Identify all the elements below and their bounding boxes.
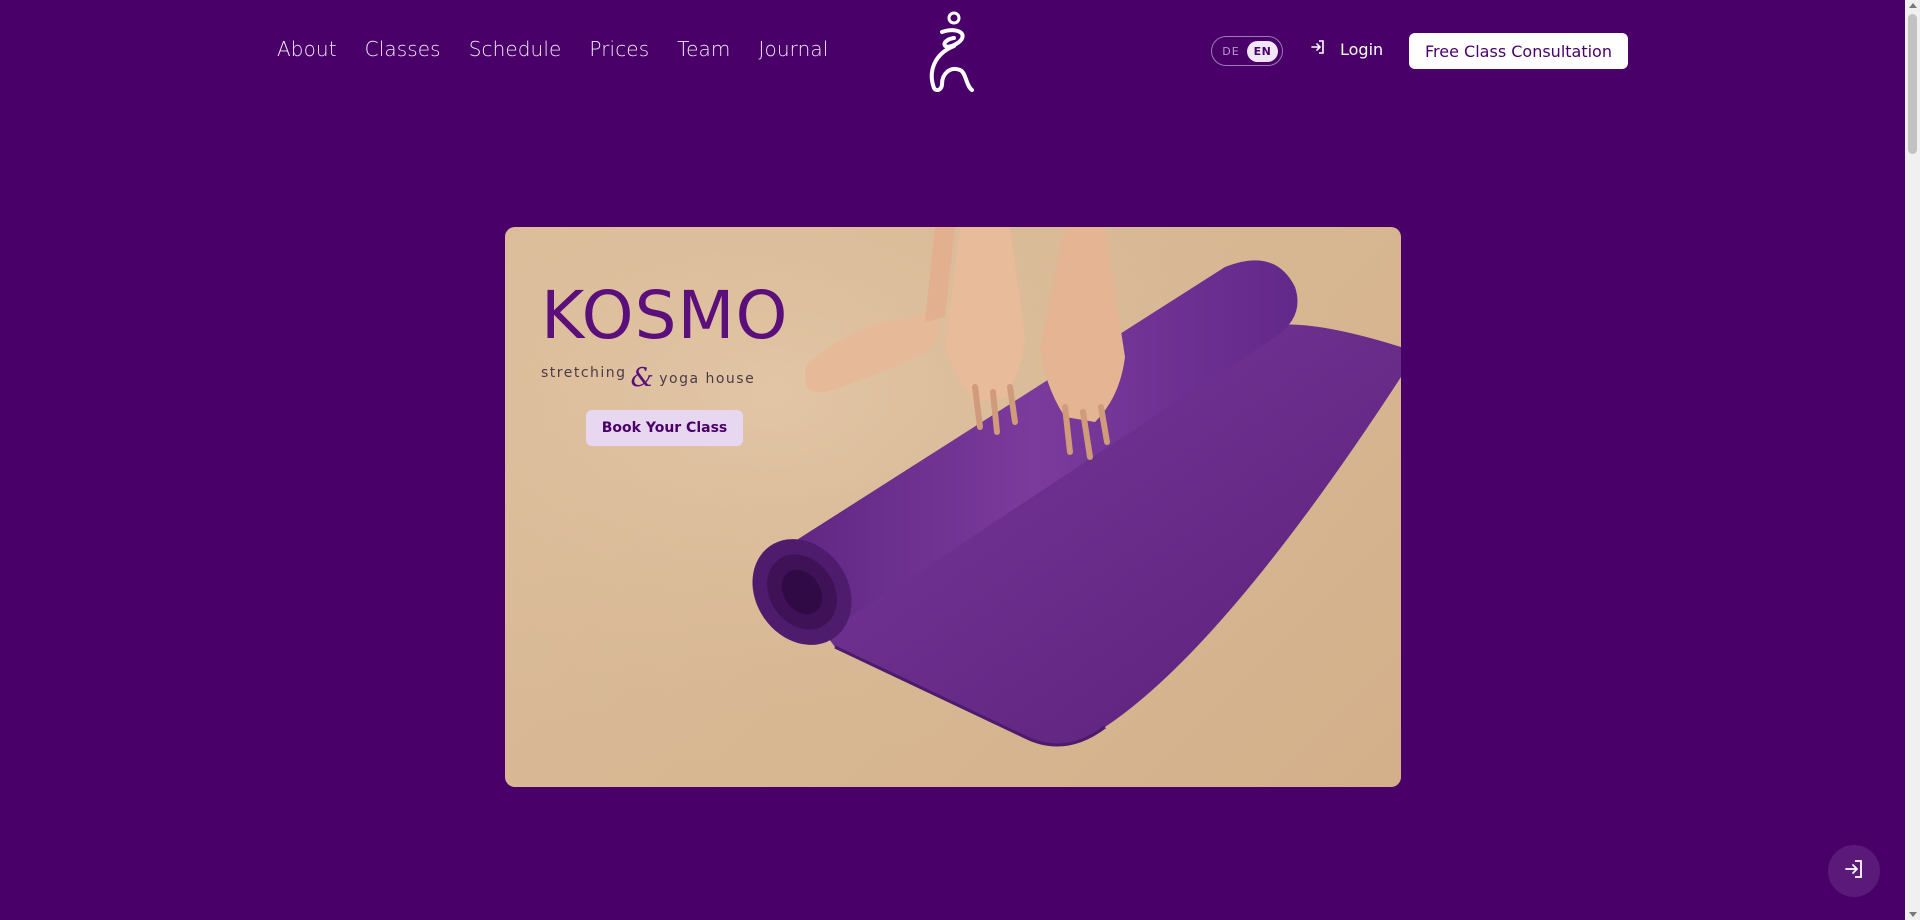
- nav-classes[interactable]: Classes: [365, 37, 441, 61]
- page-scrollbar[interactable]: [1905, 0, 1920, 920]
- hero-image: KOSMO stretching & yoga house Book Your …: [505, 227, 1401, 787]
- language-switch[interactable]: DE EN: [1211, 36, 1283, 66]
- brand-sub-yoga-house: yoga house: [659, 371, 756, 387]
- login-arrow-icon: [1843, 858, 1865, 884]
- free-consultation-button[interactable]: Free Class Consultation: [1409, 33, 1628, 69]
- nav-team[interactable]: Team: [677, 37, 730, 61]
- nav-about[interactable]: About: [277, 37, 337, 61]
- lang-de[interactable]: DE: [1215, 45, 1247, 58]
- login-link[interactable]: Login: [1310, 39, 1383, 59]
- brand-ampersand: &: [630, 363, 656, 393]
- login-label: Login: [1340, 39, 1384, 59]
- scroll-thumb[interactable]: [1908, 14, 1917, 154]
- floating-login-button[interactable]: [1828, 845, 1880, 897]
- kosmo-brand: KOSMO stretching & yoga house: [541, 277, 789, 394]
- login-arrow-icon: [1310, 39, 1326, 59]
- nav-schedule[interactable]: Schedule: [469, 37, 562, 61]
- scroll-up-arrow-icon[interactable]: [1909, 3, 1917, 8]
- brand-sub-stretching: stretching: [541, 365, 627, 381]
- scroll-down-arrow-icon[interactable]: [1909, 912, 1917, 917]
- brand-title: KOSMO: [541, 277, 789, 354]
- brand-subtitle: stretching & yoga house: [541, 353, 788, 393]
- nav-prices[interactable]: Prices: [589, 37, 649, 61]
- kosmo-figure-logo[interactable]: [920, 10, 980, 93]
- main-nav: About Classes Schedule Prices Team Journ…: [277, 37, 828, 61]
- nav-journal[interactable]: Journal: [758, 37, 828, 61]
- book-class-button[interactable]: Book Your Class: [586, 410, 743, 446]
- lang-en[interactable]: EN: [1247, 40, 1278, 62]
